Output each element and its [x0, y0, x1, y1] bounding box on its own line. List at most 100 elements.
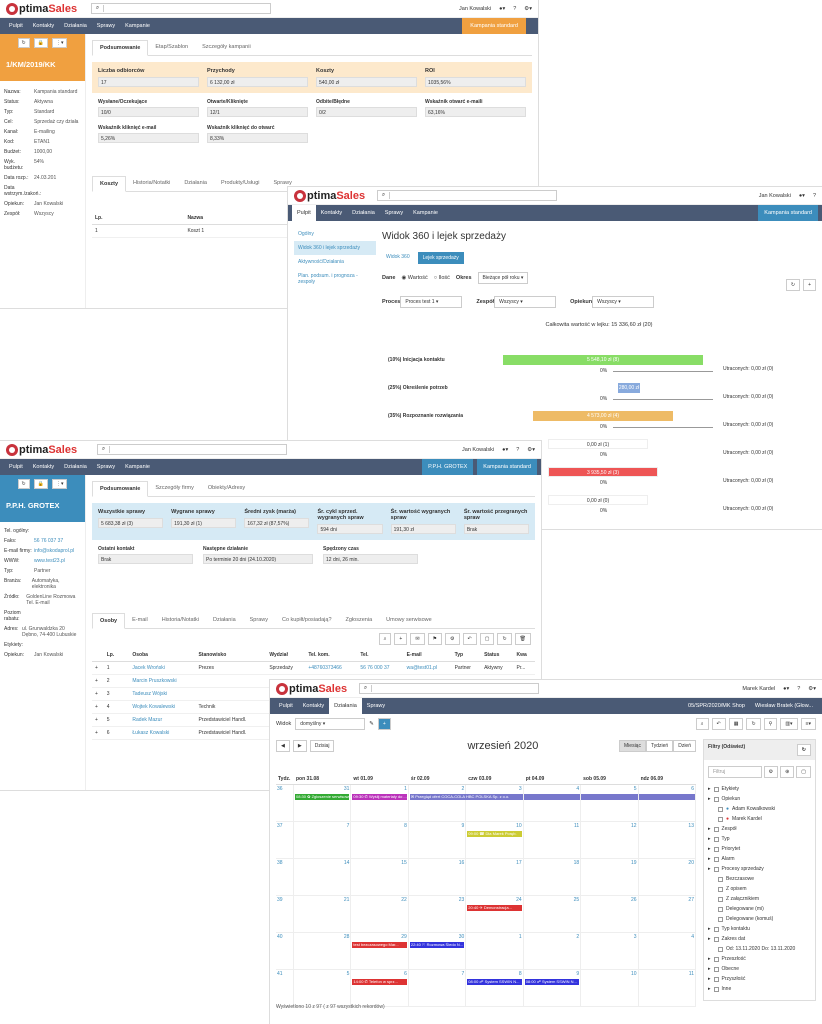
table-cell[interactable]: +: [92, 726, 104, 740]
user-icon[interactable]: ●▾: [799, 193, 805, 199]
day-cell[interactable]: 7: [294, 822, 352, 858]
table-cell[interactable]: Tadeusz Wójski: [129, 687, 196, 701]
filter-item[interactable]: Delegowane (komuś): [704, 914, 815, 924]
search-input[interactable]: ⌕: [377, 190, 558, 201]
calendar-event[interactable]: 08:00 ☍ System SSWIN N...: [524, 979, 580, 985]
expand-icon[interactable]: ▸: [708, 836, 711, 842]
day-cell[interactable]: 5: [294, 970, 352, 1006]
day-cell[interactable]: 27: [639, 896, 696, 932]
filter-item[interactable]: ▸ Opiekun: [704, 794, 815, 804]
nav-sprawy[interactable]: Sprawy: [92, 464, 120, 470]
filter-search-input[interactable]: Filtruj: [708, 766, 762, 778]
user-name[interactable]: Jan Kowalski: [459, 6, 491, 12]
settings-icon[interactable]: ⚙: [763, 766, 779, 778]
filter-checkbox[interactable]: [713, 846, 719, 852]
nav-kontakty[interactable]: Kontakty: [316, 210, 347, 216]
table-cell[interactable]: Marcin Pruszkowski: [129, 674, 196, 688]
filter-item[interactable]: ▸ Inne: [704, 984, 815, 994]
radio-wartosc[interactable]: ◉ Wartość: [401, 275, 427, 281]
expand-icon[interactable]: ▸: [708, 796, 711, 802]
day-cell[interactable]: 2: [524, 933, 582, 969]
filter-item[interactable]: Z załącznikiem: [704, 894, 815, 904]
opiekun-select[interactable]: Wszyscy ▾: [592, 296, 655, 308]
sidebar-item[interactable]: Widok 360 i lejek sprzedaży: [294, 241, 376, 255]
nav-dzialania[interactable]: Działania: [347, 210, 380, 216]
expand-icon[interactable]: ▸: [708, 956, 711, 962]
tab-0[interactable]: Podsumowanie: [92, 40, 149, 56]
tab-0[interactable]: Koszty: [92, 176, 127, 192]
tab-1[interactable]: Etap/Szablon: [148, 40, 195, 55]
nav-sprawy[interactable]: Sprawy: [362, 703, 390, 709]
day-cell[interactable]: 29 test bezczasowego Mar...: [351, 933, 409, 969]
refresh-icon[interactable]: ↻: [497, 633, 512, 645]
tab-0[interactable]: Osoby: [92, 613, 126, 629]
stage-bar[interactable]: 4 573,00 zł (4): [533, 411, 673, 421]
filter-checkbox[interactable]: [713, 936, 719, 942]
clear-icon[interactable]: ▢: [796, 766, 811, 778]
proces-select[interactable]: Proces test 1 ▾: [400, 296, 463, 308]
stage-bar[interactable]: 0,00 zł (0): [548, 495, 648, 505]
filter-checkbox[interactable]: [713, 826, 719, 832]
expand-icon[interactable]: ▸: [708, 826, 711, 832]
filter-item[interactable]: ▸ Zakres dat: [704, 934, 815, 944]
search-icon[interactable]: ⌕: [378, 633, 392, 645]
refresh-icon[interactable]: ↻: [746, 718, 761, 730]
next-button[interactable]: ▶: [292, 740, 307, 752]
table-row[interactable]: +1 Jacek Wroński Prezes Sprzedaży +487603734…: [92, 661, 535, 675]
tab-2[interactable]: Obiekty/Adresy: [201, 481, 252, 496]
nav-sprawy[interactable]: Sprawy: [380, 210, 408, 216]
nav-pulpit[interactable]: Pulpit: [292, 205, 316, 221]
undo-icon[interactable]: ↶: [462, 633, 477, 645]
refresh-button[interactable]: ↻: [17, 38, 30, 48]
view-2[interactable]: Dzień: [673, 740, 696, 752]
filter-checkbox[interactable]: [713, 986, 719, 992]
mail-icon[interactable]: ✉: [410, 633, 425, 645]
expand-icon[interactable]: ▸: [708, 866, 711, 872]
prop-value[interactable]: info@skodaprol.pl: [34, 548, 74, 554]
help-icon[interactable]: ?: [813, 193, 816, 199]
day-cell[interactable]: 28: [294, 933, 352, 969]
filter-item[interactable]: ▸ Typ: [704, 834, 815, 844]
day-cell[interactable]: 31 08:30 ✿ Zgłoszenie serwisowe: [294, 785, 352, 821]
day-cell[interactable]: 3: [466, 785, 524, 821]
tab-kampania[interactable]: Kampania standard: [758, 205, 818, 221]
tab-0[interactable]: Podsumowanie: [92, 481, 149, 497]
search-input[interactable]: ⌕: [359, 683, 540, 694]
filter-item[interactable]: ● Adam Kowalkowski: [704, 804, 815, 814]
filter-checkbox[interactable]: [713, 976, 719, 982]
stage-bar[interactable]: 0,00 zł (1): [548, 439, 648, 449]
user-name[interactable]: Marek Kardel: [742, 686, 775, 692]
menu-button[interactable]: ⋮▾: [51, 479, 68, 489]
calendar-event[interactable]: 08:30 ✿ Zgłoszenie serwisowe: [295, 794, 350, 800]
calendar-event[interactable]: 08:00 ☍ System SSWIN N...: [467, 979, 522, 985]
stage-bar[interactable]: 280,00 zł (5): [618, 383, 640, 401]
filter-item[interactable]: ● Marek Kardel: [704, 814, 815, 824]
tab-1[interactable]: Szczegóły firmy: [148, 481, 201, 496]
nav-kontakty[interactable]: Kontakty: [28, 464, 59, 470]
radio-ilosc[interactable]: ○ Ilość: [434, 275, 450, 281]
nav-kontakty[interactable]: Kontakty: [298, 703, 329, 709]
day-cell[interactable]: 13: [639, 822, 696, 858]
day-cell[interactable]: 4: [639, 933, 696, 969]
day-cell[interactable]: 11: [639, 970, 696, 1006]
day-cell[interactable]: 23: [409, 896, 467, 932]
tab-2[interactable]: Szczegóły kampanii: [195, 40, 258, 55]
filter-item[interactable]: ▸ Procesy sprzedaży: [704, 864, 815, 874]
table-cell[interactable]: +: [92, 687, 104, 701]
tag-icon[interactable]: ⚑: [427, 633, 443, 645]
day-cell[interactable]: 8 08:00 ☍ System SSWIN N...: [466, 970, 524, 1006]
nav-pulpit[interactable]: Pulpit: [4, 464, 28, 470]
day-cell[interactable]: 30 22:40 ⚐ Rozmowa Śledo N...: [409, 933, 467, 969]
nav-pulpit[interactable]: Pulpit: [274, 703, 298, 709]
stage-bar[interactable]: 5 548,10 zł (8): [503, 355, 703, 365]
sidebar-item[interactable]: Plan. podsum. i prognoza - zespoły: [294, 269, 376, 289]
expand-icon[interactable]: ▸: [708, 856, 711, 862]
filter-checkbox[interactable]: [718, 876, 723, 882]
add-icon[interactable]: +: [394, 633, 408, 645]
day-cell[interactable]: 11: [524, 822, 582, 858]
tab-sprawa[interactable]: 05/SPR/2020/MK Shop: [683, 703, 750, 709]
search-input[interactable]: ⌕: [91, 3, 272, 14]
filter-item[interactable]: Bezczasowe: [704, 874, 815, 884]
day-cell[interactable]: 15: [351, 859, 409, 895]
day-cell[interactable]: 10 09:00 ☎ Dla Marek Poręb.: [466, 822, 524, 858]
